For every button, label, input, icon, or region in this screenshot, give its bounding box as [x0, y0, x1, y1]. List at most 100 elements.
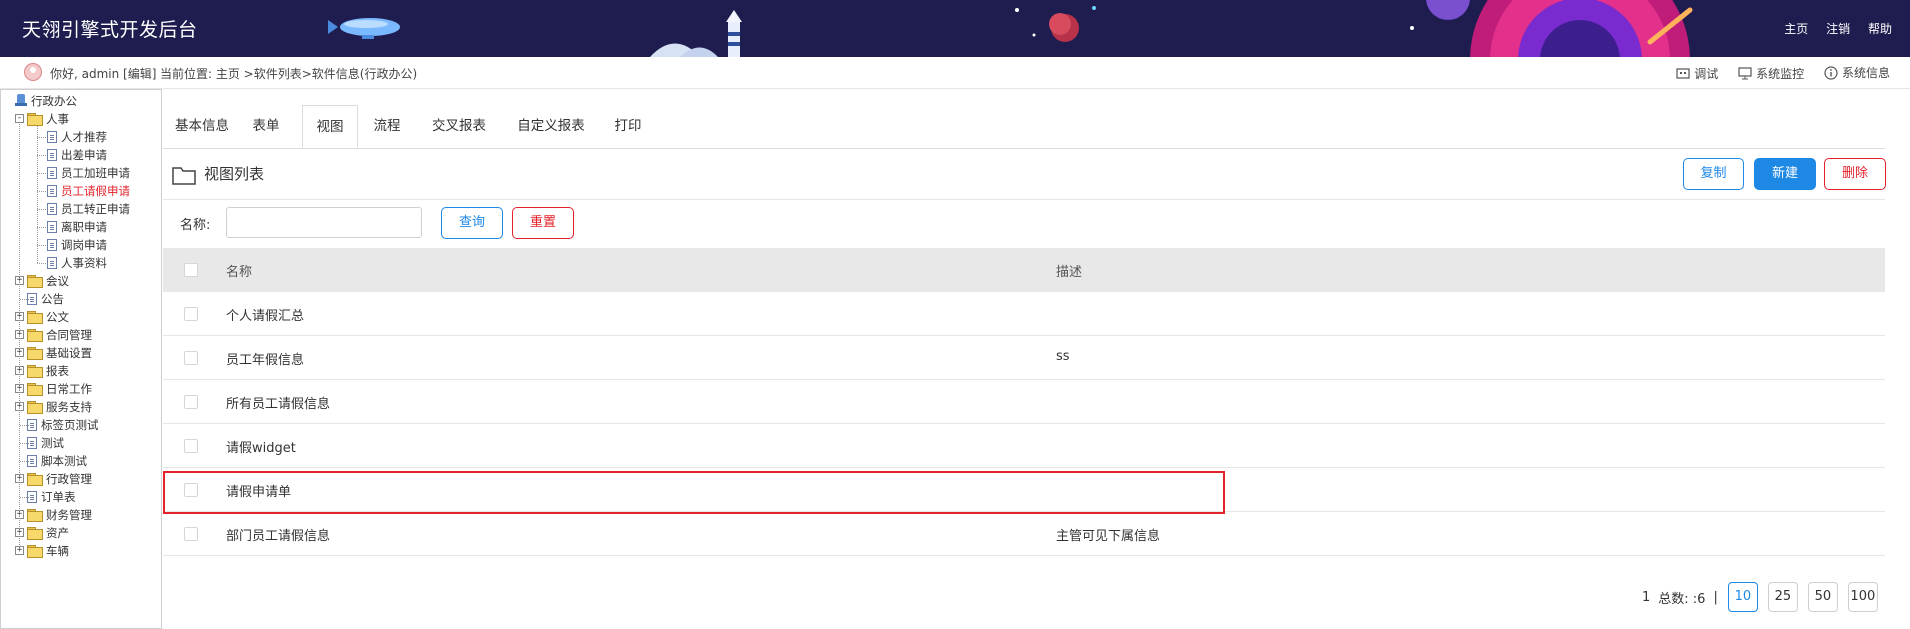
tree-node-label: 基础设置 [46, 345, 92, 360]
tree-item[interactable]: 员工请假申请 [47, 182, 130, 199]
reset-button[interactable]: 重置 [512, 207, 574, 239]
tree-item[interactable]: 员工加班申请 [47, 164, 130, 181]
table-row[interactable]: 所有员工请假信息 [163, 380, 1885, 424]
new-button[interactable]: 新建 [1754, 158, 1816, 190]
tree-item[interactable]: + 行政管理 [15, 470, 92, 487]
tree-item[interactable]: 离职申请 [47, 218, 107, 235]
tab-print[interactable]: 打印 [603, 105, 653, 148]
tree-node-label: 车辆 [46, 543, 69, 558]
copy-button[interactable]: 复制 [1683, 158, 1744, 190]
tree-item[interactable]: + 资产 [15, 524, 69, 541]
tree-folder-hr[interactable]: - 人事 [15, 110, 69, 127]
query-button[interactable]: 查询 [441, 207, 503, 239]
table-row[interactable]: 请假widget [163, 424, 1885, 468]
tree-line [20, 461, 29, 462]
tree-line [20, 497, 29, 498]
row-name[interactable]: 所有员工请假信息 [226, 393, 330, 412]
tree-item[interactable]: 人才推荐 [47, 128, 107, 145]
home-link[interactable]: 主页 [1784, 22, 1808, 36]
tree-item[interactable]: + 服务支持 [15, 398, 92, 415]
tree-node-label: 合同管理 [46, 327, 92, 342]
tree-item[interactable]: + 会议 [15, 272, 69, 289]
folder-icon [27, 112, 43, 126]
debug-icon [1676, 67, 1690, 79]
table-row[interactable]: 个人请假汇总 [163, 292, 1885, 336]
tree-item[interactable]: + 财务管理 [15, 506, 92, 523]
row-description: 主管可见下属信息 [1056, 529, 1161, 544]
row-checkbox[interactable] [184, 527, 198, 541]
folder-icon [27, 526, 43, 540]
tab-cross-report[interactable]: 交叉报表 [418, 105, 500, 148]
tree-line [37, 173, 46, 174]
header-description: 描述 [1056, 265, 1083, 280]
row-checkbox[interactable] [184, 351, 198, 365]
folder-icon [27, 364, 43, 378]
tree-item[interactable]: + 报表 [15, 362, 69, 379]
tree-item[interactable]: 调岗申请 [47, 236, 107, 253]
page-icon [47, 166, 57, 179]
logout-link[interactable]: 注销 [1826, 22, 1850, 36]
page-icon [47, 184, 57, 197]
tab-flow[interactable]: 流程 [363, 105, 411, 148]
tree-node-label: 标签页测试 [41, 417, 99, 432]
table-row[interactable]: 请假申请单 [163, 468, 1885, 512]
total-count: 总数: :6 [1658, 591, 1706, 607]
row-checkbox[interactable] [184, 307, 198, 321]
row-name[interactable]: 请假widget [226, 437, 296, 456]
user-greeting[interactable]: 你好, admin [编辑] [50, 65, 156, 82]
tab-form[interactable]: 表单 [241, 105, 291, 148]
page-size-50[interactable]: 50 [1807, 582, 1838, 612]
monitor-label: 系统监控 [1756, 66, 1805, 81]
collapse-icon[interactable]: - [15, 114, 24, 123]
tree-item[interactable]: 出差申请 [47, 146, 107, 163]
top-header: 天翎引擎式开发后台 主页 注销 帮助 [0, 0, 1910, 57]
row-name[interactable]: 部门员工请假信息 [226, 525, 330, 544]
folder-icon [27, 508, 43, 522]
tree-item[interactable]: + 公文 [15, 308, 69, 325]
tree-root-node[interactable]: 行政办公 [15, 92, 77, 109]
tree-item[interactable]: + 日常工作 [15, 380, 92, 397]
row-checkbox[interactable] [184, 395, 198, 409]
debug-button[interactable]: 调试 [1676, 65, 1718, 82]
tree-node-label: 财务管理 [46, 507, 92, 522]
row-name[interactable]: 请假申请单 [226, 481, 291, 500]
table-header: 名称 描述 [163, 248, 1885, 292]
tree-node-label: 资产 [46, 525, 69, 540]
row-name[interactable]: 员工年假信息 [226, 349, 304, 368]
row-checkbox[interactable] [184, 483, 198, 497]
page-size-10[interactable]: 10 [1727, 582, 1758, 612]
monitor-button[interactable]: 系统监控 [1738, 65, 1804, 82]
tree-line [37, 191, 46, 192]
help-link[interactable]: 帮助 [1868, 22, 1892, 36]
tree-item[interactable]: 人事资料 [47, 254, 107, 271]
sidebar-tree: 行政办公 - 人事 人才推荐 出差申请 员工加班申请员工请假申请 员工转正申请离职申请 调岗申… [0, 89, 162, 629]
tree-item[interactable]: + 车辆 [15, 542, 69, 559]
tab-basic-info[interactable]: 基本信息 [163, 105, 241, 148]
select-all-checkbox[interactable] [184, 263, 198, 277]
tree-node-label: 员工请假申请 [61, 183, 130, 198]
name-search-input[interactable] [226, 207, 422, 238]
tree-node-label: 人事资料 [61, 255, 107, 270]
tree-node-label: 测试 [41, 435, 64, 450]
tab-custom-report[interactable]: 自定义报表 [503, 105, 599, 148]
folder-icon [27, 472, 43, 486]
tree-node-label: 员工转正申请 [61, 201, 130, 216]
tree-item[interactable]: 员工转正申请 [47, 200, 130, 217]
page-icon [47, 256, 57, 269]
system-info-button[interactable]: 系统信息 [1824, 64, 1890, 81]
table-row[interactable]: 员工年假信息 ss [163, 336, 1885, 380]
row-name[interactable]: 个人请假汇总 [226, 305, 304, 324]
tree-node-label: 会议 [46, 273, 69, 288]
lighthouse-icon [650, 10, 742, 57]
tree-line [37, 126, 38, 263]
table-row[interactable]: 部门员工请假信息 主管可见下属信息 [163, 512, 1885, 556]
tree-line [20, 443, 29, 444]
tree-item[interactable]: + 基础设置 [15, 344, 92, 361]
tab-view[interactable]: 视图 [302, 105, 358, 148]
delete-button[interactable]: 删除 [1824, 158, 1886, 190]
row-checkbox[interactable] [184, 439, 198, 453]
system-info-label: 系统信息 [1841, 66, 1890, 80]
tree-item[interactable]: + 合同管理 [15, 326, 92, 343]
page-size-100[interactable]: 100 [1847, 582, 1878, 612]
page-size-25[interactable]: 25 [1767, 582, 1798, 612]
